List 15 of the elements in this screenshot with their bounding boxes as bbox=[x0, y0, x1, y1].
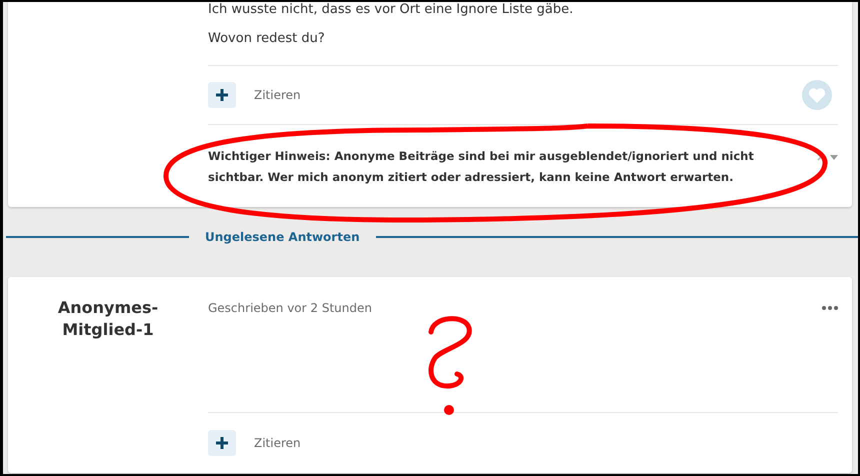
caret-icon[interactable] bbox=[830, 154, 838, 160]
plus-icon bbox=[216, 89, 228, 101]
plus-icon bbox=[216, 437, 228, 449]
quote-add-button[interactable] bbox=[208, 82, 236, 108]
post-text: Ich wusste nicht, dass es vor Ort eine Ignore Liste gäbe. bbox=[208, 2, 574, 18]
post-date: Geschrieben vor 2 Stunden bbox=[208, 301, 372, 315]
post-text: Wovon redest du? bbox=[208, 31, 326, 47]
signature-text: Wichtiger Hinweis: Anonyme Beiträge sind bei mir ausgeblendet/ignoriert und nicht sichtbar. Wer mich anonym zitiert oder adressiert, kann keine Antwort erwarten. bbox=[208, 148, 755, 186]
quote-link[interactable]: Zitieren bbox=[254, 88, 301, 102]
quote-add-button[interactable] bbox=[208, 430, 236, 456]
quote-link[interactable]: Zitieren bbox=[254, 436, 301, 450]
more-icon[interactable] bbox=[822, 306, 838, 310]
section-heading: Ungelesene Antworten bbox=[204, 230, 361, 244]
close-icon[interactable] bbox=[817, 153, 825, 161]
author-name[interactable]: Anonymes-Mitglied-1 bbox=[53, 297, 163, 473]
